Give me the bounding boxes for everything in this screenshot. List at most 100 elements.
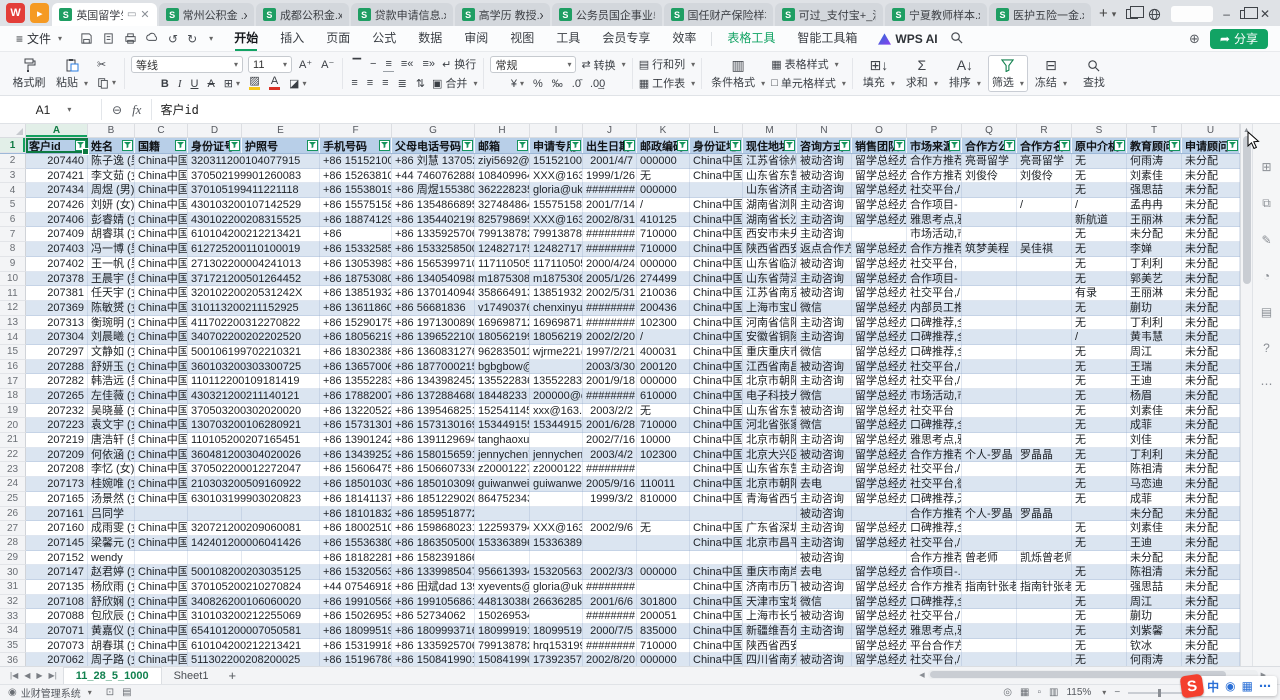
align-left-icon[interactable]: ≡ (349, 76, 359, 91)
cell[interactable]: China中国 (135, 330, 188, 345)
cell[interactable]: 未分配 (1182, 286, 1240, 301)
menu-效率[interactable]: 效率 (661, 26, 707, 52)
cell[interactable]: 310113200211152925 (188, 301, 242, 316)
cell[interactable]: 何雨涛 (1127, 154, 1182, 169)
row-number[interactable]: 2 (0, 154, 26, 169)
cell[interactable]: 筑梦美程 (962, 242, 1017, 257)
cell[interactable]: +44 07546918 (320, 580, 392, 595)
cell[interactable] (962, 360, 1017, 375)
cell[interactable]: 无 (1072, 477, 1127, 492)
cell[interactable]: +86 18501030 (320, 477, 392, 492)
cell[interactable]: 2000/4/24 (583, 257, 637, 272)
cell[interactable]: 合作方推荐 (907, 448, 962, 463)
filter-dropdown-icon[interactable] (677, 140, 688, 151)
scroll-left-icon[interactable]: ◀ (919, 671, 924, 679)
cell[interactable]: 340702200202202520 (188, 330, 242, 345)
row-number[interactable]: 31 (0, 580, 26, 595)
cell[interactable]: 主动咨询 (797, 536, 852, 551)
cell[interactable] (962, 595, 1017, 610)
header-cell[interactable]: 身份证地 (690, 138, 743, 153)
cell[interactable]: 207421 (26, 169, 88, 184)
cell[interactable] (1017, 345, 1072, 360)
cell[interactable]: +86 15332585 (320, 242, 392, 257)
cell[interactable]: China中国 (135, 286, 188, 301)
cell[interactable]: 962835011 (475, 345, 530, 360)
cell[interactable] (1017, 213, 1072, 228)
cell[interactable]: 207406 (26, 213, 88, 228)
cell[interactable]: 150841990 (475, 653, 530, 666)
cell[interactable]: 个人-罗晶 (962, 448, 1017, 463)
cell[interactable]: wendy (88, 551, 135, 566)
cell[interactable]: 110112200109181419 (188, 374, 242, 389)
cell[interactable]: 180562199 (475, 330, 530, 345)
header-cell[interactable]: 邮政编码 (637, 138, 690, 153)
cell[interactable]: China中国 (690, 462, 743, 477)
cell[interactable]: 370105200210270824 (188, 580, 242, 595)
cell[interactable]: 500106199702210321 (188, 345, 242, 360)
cell[interactable]: 无 (1072, 492, 1127, 507)
cell[interactable]: 207173 (26, 477, 88, 492)
cell[interactable]: 864752343 (475, 492, 530, 507)
list-icon[interactable]: ▤ (1261, 305, 1272, 319)
cell[interactable]: 李忆 (女) (88, 462, 135, 477)
cell[interactable] (962, 374, 1017, 389)
cell[interactable]: +86 1582391866 (392, 551, 475, 566)
cell[interactable]: 留学总经办 (852, 639, 907, 654)
cell[interactable]: 未分配 (1127, 507, 1182, 522)
cell[interactable]: 刘俊伶 (1017, 169, 1072, 184)
cell[interactable]: 610000 (637, 389, 690, 404)
cell[interactable]: 微信 (797, 418, 852, 433)
cell[interactable]: 主动咨询 (797, 374, 852, 389)
redo-icon[interactable]: ↻ (187, 32, 197, 46)
cell[interactable]: 口碑推荐,无 (907, 492, 962, 507)
cell[interactable]: China中国 (690, 345, 743, 360)
cell[interactable]: 丁利利 (1127, 448, 1182, 463)
cell[interactable]: 留学总经办 (852, 433, 907, 448)
cell[interactable] (135, 551, 188, 566)
cell[interactable]: 无 (1072, 521, 1127, 536)
cell[interactable]: 142401200006041426 (188, 536, 242, 551)
cell[interactable]: tanghaoxu (475, 433, 530, 448)
column-letter-K[interactable]: K (637, 124, 690, 137)
cell[interactable]: China中国 (135, 257, 188, 272)
cell[interactable]: 710000 (637, 418, 690, 433)
cell[interactable] (637, 580, 690, 595)
cell[interactable] (637, 507, 690, 522)
cell[interactable]: 亮哥留学 (962, 154, 1017, 169)
arrange-windows-icon[interactable] (1126, 9, 1138, 19)
cell[interactable]: 360481200304020026 (188, 448, 242, 463)
cell[interactable] (242, 507, 320, 522)
cell[interactable]: 四川省南充 (743, 653, 797, 666)
cell[interactable] (1017, 316, 1072, 331)
cell[interactable]: 630103199903020823 (188, 492, 242, 507)
cell[interactable]: 未分配 (1182, 462, 1240, 477)
cell[interactable]: 未分配 (1182, 624, 1240, 639)
cell[interactable]: 110011 (637, 477, 690, 492)
row-number[interactable]: 4 (0, 183, 26, 198)
cell[interactable]: 上海市宝山 (743, 301, 797, 316)
cell[interactable]: 未分配 (1182, 418, 1240, 433)
cell[interactable]: 黄嘉仪 (女 (88, 624, 135, 639)
cell[interactable] (962, 389, 1017, 404)
cell[interactable] (852, 551, 907, 566)
cell[interactable]: 罗晶晶 (1017, 448, 1072, 463)
cell[interactable]: 胡睿琪 (女 (88, 227, 135, 242)
cell[interactable]: 留学总经办 (852, 609, 907, 624)
cell[interactable]: 新疆维吾尔 (743, 624, 797, 639)
comma-style-button[interactable]: ‰ (550, 76, 565, 91)
align-middle-icon[interactable]: − (368, 57, 378, 72)
cell[interactable]: 山东省菏泽 (743, 272, 797, 287)
cell[interactable]: 2005/9/16 (583, 477, 637, 492)
cell[interactable]: 江西省南昌 (743, 360, 797, 375)
cell[interactable]: 32010220020531242X (188, 286, 242, 301)
cell[interactable]: xxx@163.c (530, 404, 583, 419)
cell[interactable]: 被动咨询 (797, 551, 852, 566)
cell[interactable]: 2003/3/30 (583, 360, 637, 375)
row-number[interactable]: 13 (0, 316, 26, 331)
cell[interactable]: China中国 (135, 624, 188, 639)
freeze-button[interactable]: ⊟冻结 ▾ (1031, 56, 1071, 91)
formula-input[interactable]: 客户id (152, 96, 206, 123)
cell[interactable]: 青海省西宁 (743, 492, 797, 507)
row-number[interactable]: 20 (0, 418, 26, 433)
cell[interactable] (1017, 521, 1072, 536)
